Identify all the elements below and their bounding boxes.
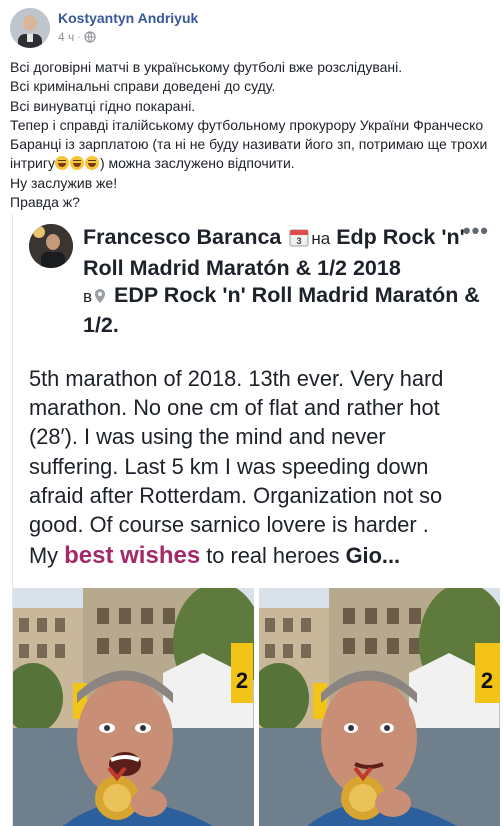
post-text: Всі договірні матчі в українському футбо… bbox=[10, 58, 495, 212]
body-line: marathon. No one cm of flat and rather h… bbox=[29, 395, 440, 421]
shared-author-avatar bbox=[29, 224, 73, 268]
shared-post: Francesco Baranca 3 на Edp Rock 'n' Roll… bbox=[13, 214, 503, 584]
laughing-emoji-icon bbox=[54, 156, 69, 171]
photo-right[interactable]: 2 bbox=[259, 588, 500, 826]
best-wishes-text: best wishes bbox=[64, 542, 201, 570]
shared-post-body: 5th marathon of 2018. 13th ever. Very ha… bbox=[29, 364, 499, 570]
laughing-emoji-icon bbox=[69, 156, 84, 171]
more-options-icon: ••• bbox=[462, 218, 489, 243]
post-header: Kostyantyn Andriyuk 4 ч · bbox=[10, 8, 490, 48]
post-line: Всі винуватці гідно покарані. bbox=[10, 97, 196, 114]
body-line: suffering. Last 5 km I was speeding down bbox=[29, 453, 429, 479]
body-line-last: My best wishes to real heroes Gio... bbox=[29, 541, 499, 570]
svg-text:2: 2 bbox=[236, 668, 248, 693]
post-line: Тепер і справді італійському футбольному… bbox=[10, 116, 484, 133]
body-mid: to real heroes bbox=[200, 543, 346, 569]
location-pin-icon bbox=[94, 284, 106, 312]
body-line: (28′). I was using the mind and never bbox=[29, 424, 386, 450]
place-name: EDP Rock 'n' Roll Madrid Maratón & 1/2. bbox=[83, 283, 480, 337]
truncated-name: Gio... bbox=[345, 543, 401, 569]
post-meta: 4 ч · bbox=[58, 30, 96, 44]
shared-author-name: Francesco Baranca bbox=[83, 225, 282, 249]
on-word: на bbox=[311, 229, 331, 248]
post-line: Всі кримінальні справи доведені до суду. bbox=[10, 78, 276, 95]
shared-screenshot[interactable]: Francesco Baranca 3 на Edp Rock 'n' Roll… bbox=[12, 214, 503, 826]
body-prefix: My bbox=[29, 543, 65, 569]
post-time[interactable]: 4 ч bbox=[58, 30, 74, 44]
post-line: інтригу ) можна заслужено відпочити. bbox=[10, 154, 495, 173]
body-line: good. Of course sarnico lovere is harder… bbox=[29, 512, 429, 538]
author-avatar[interactable] bbox=[10, 8, 50, 48]
meta-separator: · bbox=[77, 31, 81, 43]
svg-text:3: 3 bbox=[297, 236, 302, 246]
shared-post-title: Francesco Baranca 3 на Edp Rock 'n' Roll… bbox=[83, 224, 483, 339]
author-name[interactable]: Kostyantyn Andriyuk bbox=[58, 10, 198, 26]
svg-text:2: 2 bbox=[481, 668, 493, 693]
globe-icon[interactable] bbox=[84, 31, 96, 43]
post-line: Всі договірні матчі в українському футбо… bbox=[10, 59, 403, 75]
post-line-start: інтригу bbox=[10, 155, 55, 172]
calendar-icon: 3 bbox=[289, 227, 309, 255]
post-line: Баранці із зарплатою (та ні не буду нази… bbox=[10, 136, 488, 153]
photo-left[interactable]: 2 bbox=[13, 588, 254, 826]
laughing-emoji-icon bbox=[84, 156, 99, 171]
body-line: 5th marathon of 2018. 13th ever. Very ha… bbox=[29, 366, 444, 391]
body-line: afraid after Rotterdam. Organization not… bbox=[29, 482, 443, 508]
post-line-end: ) можна заслужено відпочити. bbox=[99, 155, 295, 172]
post-line: Ну заслужив же! bbox=[10, 174, 118, 191]
in-word: в bbox=[83, 287, 93, 306]
post-line: Правда ж? bbox=[10, 194, 80, 211]
